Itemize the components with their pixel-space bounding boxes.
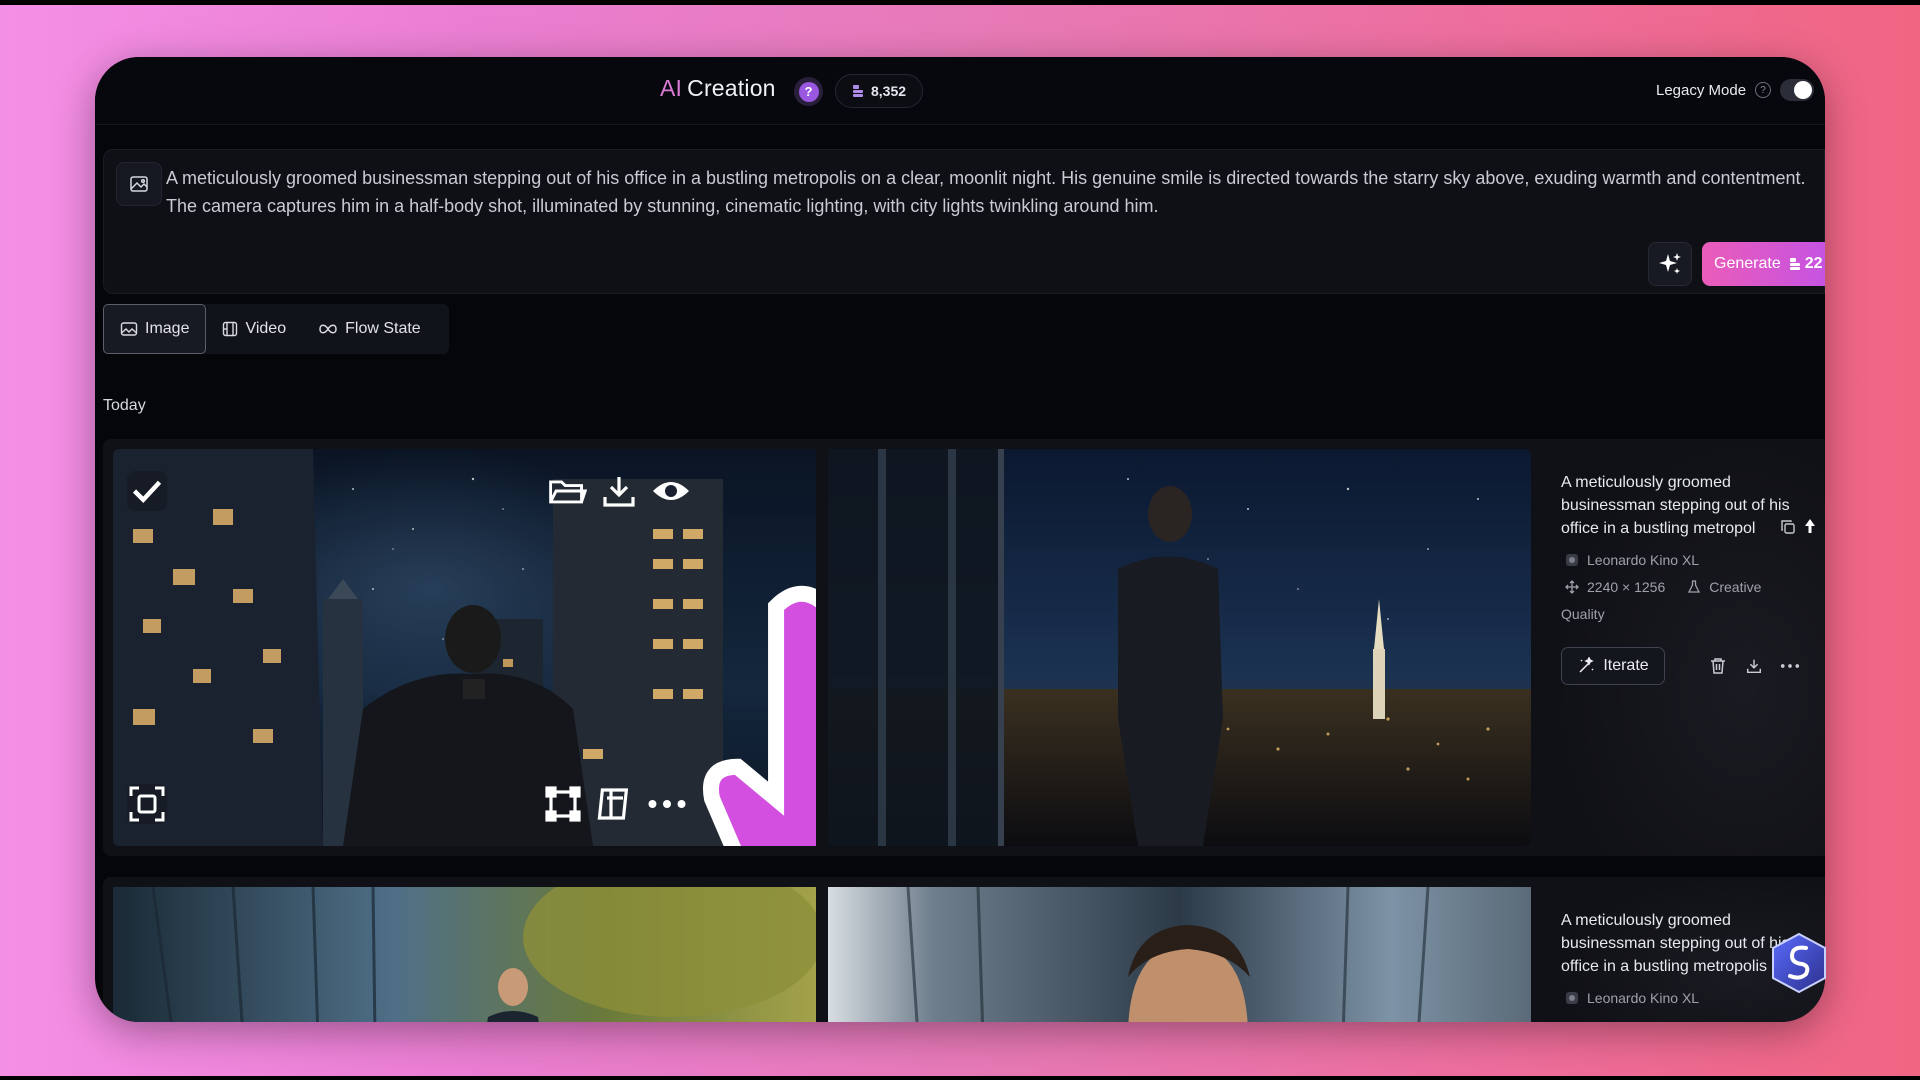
model-info: Leonardo Kino XL bbox=[1565, 990, 1699, 1006]
generation-row: A meticulously groomed businessman stepp… bbox=[103, 439, 1825, 856]
help-badge[interactable]: ? bbox=[794, 77, 823, 106]
iterate-label: Iterate bbox=[1603, 657, 1649, 674]
credit-token-icon bbox=[1789, 258, 1800, 270]
model-info: Leonardo Kino XL bbox=[1565, 552, 1699, 568]
model-name: Leonardo Kino XL bbox=[1587, 552, 1700, 568]
generated-image[interactable] bbox=[113, 887, 816, 1022]
prompt-input[interactable]: A meticulously groomed businessman stepp… bbox=[166, 164, 1816, 220]
sparkle-icon bbox=[1659, 253, 1681, 274]
copy-icon[interactable] bbox=[1780, 519, 1796, 535]
legacy-help-icon[interactable]: ? bbox=[1755, 82, 1772, 98]
daylight-businessman-image bbox=[113, 887, 816, 1022]
quality-info: Quality bbox=[1561, 606, 1605, 622]
select-checkbox[interactable] bbox=[127, 471, 167, 511]
open-folder-button[interactable] bbox=[547, 471, 587, 511]
legacy-mode: Legacy Mode ? bbox=[1656, 79, 1815, 101]
model-icon bbox=[1566, 554, 1578, 566]
tab-video[interactable]: Video bbox=[206, 304, 302, 354]
flask-icon bbox=[1688, 580, 1701, 593]
image-prompt-button[interactable] bbox=[116, 162, 162, 206]
city-closeup-businessman-image bbox=[828, 887, 1531, 1022]
credit-count: 8,352 bbox=[871, 83, 907, 99]
iterate-button[interactable]: Iterate bbox=[1561, 647, 1665, 685]
trash-icon bbox=[1711, 658, 1725, 674]
view-image-button[interactable] bbox=[651, 471, 691, 511]
image-icon bbox=[120, 322, 138, 336]
eye-icon bbox=[653, 482, 689, 500]
page-title: AI Creation bbox=[660, 75, 776, 102]
section-label-today: Today bbox=[103, 397, 146, 414]
folder-icon bbox=[549, 480, 587, 504]
scan-icon bbox=[129, 786, 165, 822]
generate-label: Generate bbox=[1714, 255, 1781, 272]
image-dimensions: 2240 × 1256 bbox=[1587, 579, 1666, 595]
app-window: AI Creation ? 8,352 Legacy Mode ? A meti… bbox=[95, 57, 1825, 1022]
prompt-box[interactable]: A meticulously groomed businessman stepp… bbox=[103, 149, 1825, 294]
title-text: Creation bbox=[687, 75, 776, 101]
more-icon bbox=[1780, 664, 1800, 668]
download-icon bbox=[1746, 659, 1762, 674]
credit-token-icon bbox=[853, 85, 863, 97]
generated-image[interactable] bbox=[828, 449, 1531, 846]
download-image-button[interactable] bbox=[599, 471, 639, 511]
generation-row: A meticulously groomed businessman stepp… bbox=[103, 877, 1825, 1022]
generated-image[interactable] bbox=[828, 887, 1531, 1022]
tab-video-label: Video bbox=[245, 320, 287, 337]
tab-flow-state-label: Flow State bbox=[345, 320, 421, 337]
download-icon bbox=[603, 477, 635, 507]
quality-label: Quality bbox=[1561, 606, 1605, 622]
prompt-enhance-button[interactable] bbox=[1648, 242, 1692, 286]
check-icon bbox=[132, 480, 162, 503]
question-icon: ? bbox=[798, 81, 819, 102]
generation-details-panel: A meticulously groomed businessman stepp… bbox=[1555, 439, 1825, 856]
legacy-mode-label: Legacy Mode bbox=[1656, 81, 1747, 99]
more-actions-button[interactable] bbox=[1777, 653, 1803, 679]
pin-icon[interactable] bbox=[1803, 518, 1817, 534]
credit-balance[interactable]: 8,352 bbox=[835, 74, 924, 108]
dimensions-info: 2240 × 1256 Creative bbox=[1565, 579, 1761, 595]
cursor-hand-icon bbox=[703, 585, 816, 846]
skyline-window-businessman-image bbox=[828, 449, 1531, 846]
download-button[interactable] bbox=[1741, 653, 1767, 679]
tab-image[interactable]: Image bbox=[103, 304, 207, 354]
image-prompt-icon bbox=[130, 176, 148, 192]
brand-logo-icon bbox=[1772, 932, 1826, 994]
generate-button[interactable]: Generate 22 bbox=[1702, 242, 1825, 286]
dimensions-icon bbox=[1565, 580, 1579, 594]
infinity-icon bbox=[319, 324, 337, 334]
generate-cost: 22 bbox=[1789, 255, 1823, 273]
top-header: AI Creation ? 8,352 Legacy Mode ? bbox=[95, 57, 1825, 125]
model-name: Leonardo Kino XL bbox=[1587, 990, 1700, 1006]
title-prefix: AI bbox=[660, 75, 683, 101]
scan-image-button[interactable] bbox=[127, 784, 167, 824]
video-icon bbox=[223, 321, 238, 337]
generate-cost-value: 22 bbox=[1804, 255, 1823, 272]
style-preset: Creative bbox=[1709, 579, 1762, 595]
generation-prompt-preview[interactable]: A meticulously groomed businessman stepp… bbox=[1561, 471, 1813, 540]
model-icon bbox=[1566, 992, 1578, 1004]
generated-image[interactable] bbox=[113, 449, 816, 846]
legacy-mode-toggle[interactable] bbox=[1780, 79, 1815, 101]
tab-image-label: Image bbox=[145, 320, 190, 337]
tab-flow-state[interactable]: Flow State bbox=[302, 304, 437, 354]
delete-button[interactable] bbox=[1705, 653, 1731, 679]
media-type-tabs: Image Video Flow State bbox=[103, 304, 449, 354]
wand-icon bbox=[1579, 657, 1594, 673]
